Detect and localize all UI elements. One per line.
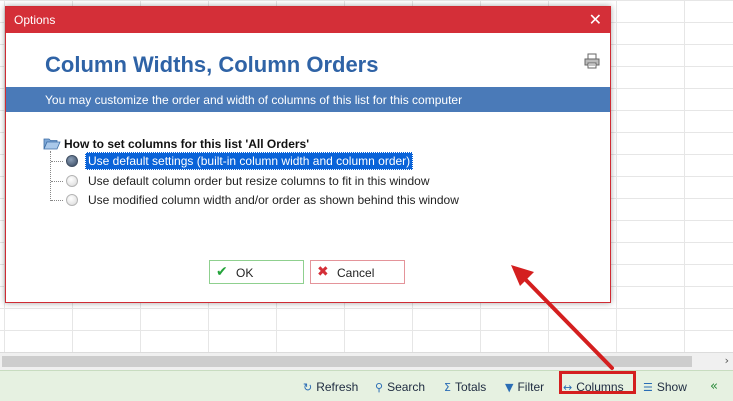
dialog-titlebar: Options ✕ xyxy=(6,7,610,33)
print-icon[interactable] xyxy=(584,53,600,69)
filter-icon: ▼ xyxy=(505,381,514,394)
checkmark-icon: ✔ xyxy=(216,264,228,280)
show-button[interactable]: ☰ Show xyxy=(643,377,687,397)
totals-button[interactable]: Σ Totals xyxy=(444,377,486,397)
folder-open-icon xyxy=(43,138,61,150)
scrollbar-thumb[interactable] xyxy=(2,356,692,367)
option-label: Use default settings (built-in column wi… xyxy=(85,152,414,170)
options-dialog: Options ✕ Column Widths, Column Orders Y… xyxy=(5,6,611,303)
cross-icon: ✖ xyxy=(317,264,329,280)
cancel-button[interactable]: ✖ Cancel xyxy=(310,260,405,284)
columns-highlight-box xyxy=(559,371,636,394)
ok-button[interactable]: ✔ OK xyxy=(209,260,304,284)
tree-connector xyxy=(50,151,51,201)
description-text: You may customize the order and width of… xyxy=(45,93,463,107)
refresh-button[interactable]: ↻ Refresh xyxy=(303,377,358,397)
tree-connector xyxy=(51,200,63,201)
filter-button[interactable]: ▼ Filter xyxy=(505,377,544,397)
tree-view-icon: ☰ xyxy=(643,381,653,394)
horizontal-scrollbar[interactable]: › xyxy=(0,352,733,371)
option-label: Use modified column width and/or order a… xyxy=(88,193,459,207)
refresh-icon: ↻ xyxy=(303,381,313,394)
radio-button[interactable] xyxy=(66,175,78,187)
search-icon: ⚲ xyxy=(375,381,384,394)
tree-connector xyxy=(51,161,63,162)
tree-root-label: How to set columns for this list 'All Or… xyxy=(64,137,310,151)
option-label: Use default column order but resize colu… xyxy=(88,174,430,188)
close-icon[interactable]: ✕ xyxy=(589,10,602,29)
scroll-right-icon[interactable]: › xyxy=(725,354,729,367)
collapse-toolbar-icon[interactable]: « xyxy=(710,377,718,397)
sigma-icon: Σ xyxy=(444,381,451,394)
search-button[interactable]: ⚲ Search xyxy=(375,377,425,397)
page-title: Column Widths, Column Orders xyxy=(45,52,379,77)
radio-button[interactable] xyxy=(66,194,78,206)
dialog-title: Options xyxy=(14,13,56,27)
radio-button[interactable] xyxy=(66,155,78,167)
tree-connector xyxy=(51,181,63,182)
description-banner: You may customize the order and width of… xyxy=(6,87,610,112)
